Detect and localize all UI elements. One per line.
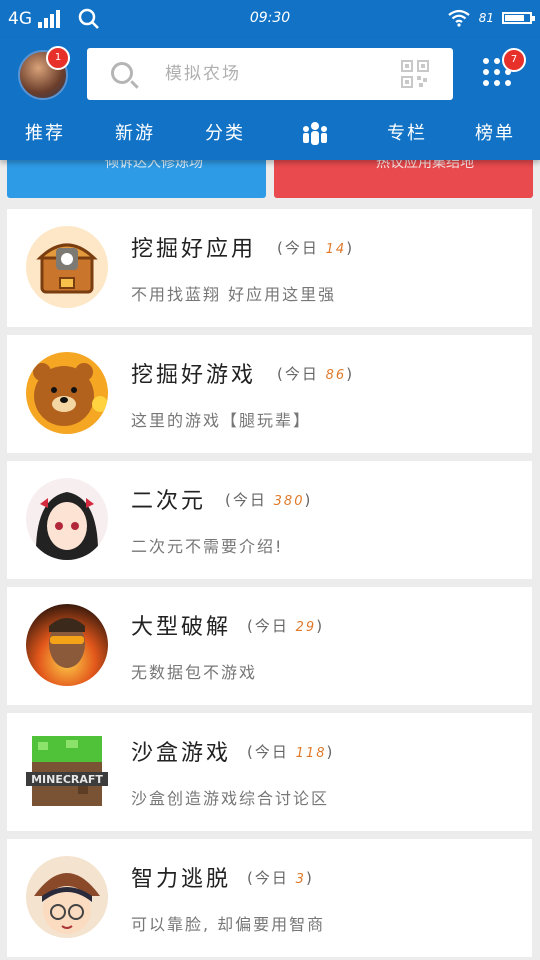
today-count: (今日 86) (277, 365, 355, 383)
tab-recommend[interactable]: 推荐 (10, 118, 80, 150)
search-input[interactable] (163, 60, 387, 88)
forum-title: 智力逃脱 (131, 867, 232, 892)
forum-card[interactable]: 大型破解 (今日 29) 无数据包不游戏 (7, 587, 532, 705)
soldier-icon (26, 604, 108, 686)
tab-bar: 推荐 新游 分类 专栏 榜单 (0, 118, 540, 150)
forum-title: 沙盒游戏 (131, 741, 232, 766)
status-bar: 4G 09:30 81 (0, 0, 540, 38)
today-count: (今日 29) (247, 617, 325, 635)
avatar-badge: 1 (46, 46, 70, 70)
tab-new-games[interactable]: 新游 (100, 118, 170, 150)
forum-card[interactable]: 智力逃脱 (今日 3) 可以靠脸, 却偏要用智商 (7, 839, 532, 957)
svg-text:MINECRAFT: MINECRAFT (31, 773, 103, 786)
treasure-chest-icon (26, 226, 108, 308)
forum-title: 二次元 (131, 489, 207, 514)
community-icon (303, 122, 327, 145)
tab-community[interactable] (290, 118, 340, 150)
forum-title: 大型破解 (131, 615, 232, 640)
tab-rankings[interactable]: 榜单 (460, 118, 530, 150)
detective-icon (26, 856, 108, 938)
forum-card[interactable]: 挖掘好游戏 (今日 86) 这里的游戏【腿玩辈】 (7, 335, 532, 453)
menu-badge: 7 (502, 48, 526, 72)
forum-card[interactable]: MINECRAFT 沙盒游戏 (今日 118) 沙盒创造游戏综合讨论区 (7, 713, 532, 831)
banner-discuss[interactable]: 热议应用集结地 (274, 160, 533, 198)
app-header: 1 7 推荐 新游 分类 专栏 (0, 38, 540, 160)
battery-icon (502, 12, 535, 24)
today-count: (今日 3) (247, 869, 314, 887)
today-count: (今日 380) (225, 491, 313, 509)
brown-bear-icon (26, 352, 108, 434)
today-count: (今日 14) (277, 239, 355, 257)
forum-description: 沙盒创造游戏综合讨论区 (131, 789, 330, 808)
forum-description: 无数据包不游戏 (131, 663, 258, 682)
forum-description: 这里的游戏【腿玩辈】 (131, 411, 312, 430)
tab-columns[interactable]: 专栏 (372, 118, 442, 150)
banner-discuss-text: 热议应用集结地 (376, 160, 474, 171)
forum-description: 不用找蓝翔 好应用这里强 (131, 285, 337, 304)
battery-level: 81 (478, 11, 494, 25)
search-icon (111, 62, 133, 84)
wifi-icon (448, 9, 470, 27)
today-count: (今日 118) (247, 743, 335, 761)
forum-description: 可以靠脸, 却偏要用智商 (131, 915, 326, 934)
forum-card[interactable]: 挖掘好应用 (今日 14) 不用找蓝翔 好应用这里强 (7, 209, 532, 327)
minecraft-icon: MINECRAFT (26, 730, 108, 812)
tab-categories[interactable]: 分类 (190, 118, 260, 150)
qr-scan-icon[interactable] (401, 60, 429, 88)
banner-chat[interactable]: 倾诉达人修炼场 (7, 160, 266, 198)
forum-description: 二次元不需要介绍! (131, 537, 284, 556)
forum-title: 挖掘好游戏 (131, 363, 257, 388)
forum-card[interactable]: 二次元 (今日 380) 二次元不需要介绍! (7, 461, 532, 579)
banner-chat-text: 倾诉达人修炼场 (105, 160, 203, 171)
forum-title: 挖掘好应用 (131, 237, 257, 262)
search-bar[interactable] (87, 48, 453, 100)
anime-girl-icon (26, 478, 108, 560)
